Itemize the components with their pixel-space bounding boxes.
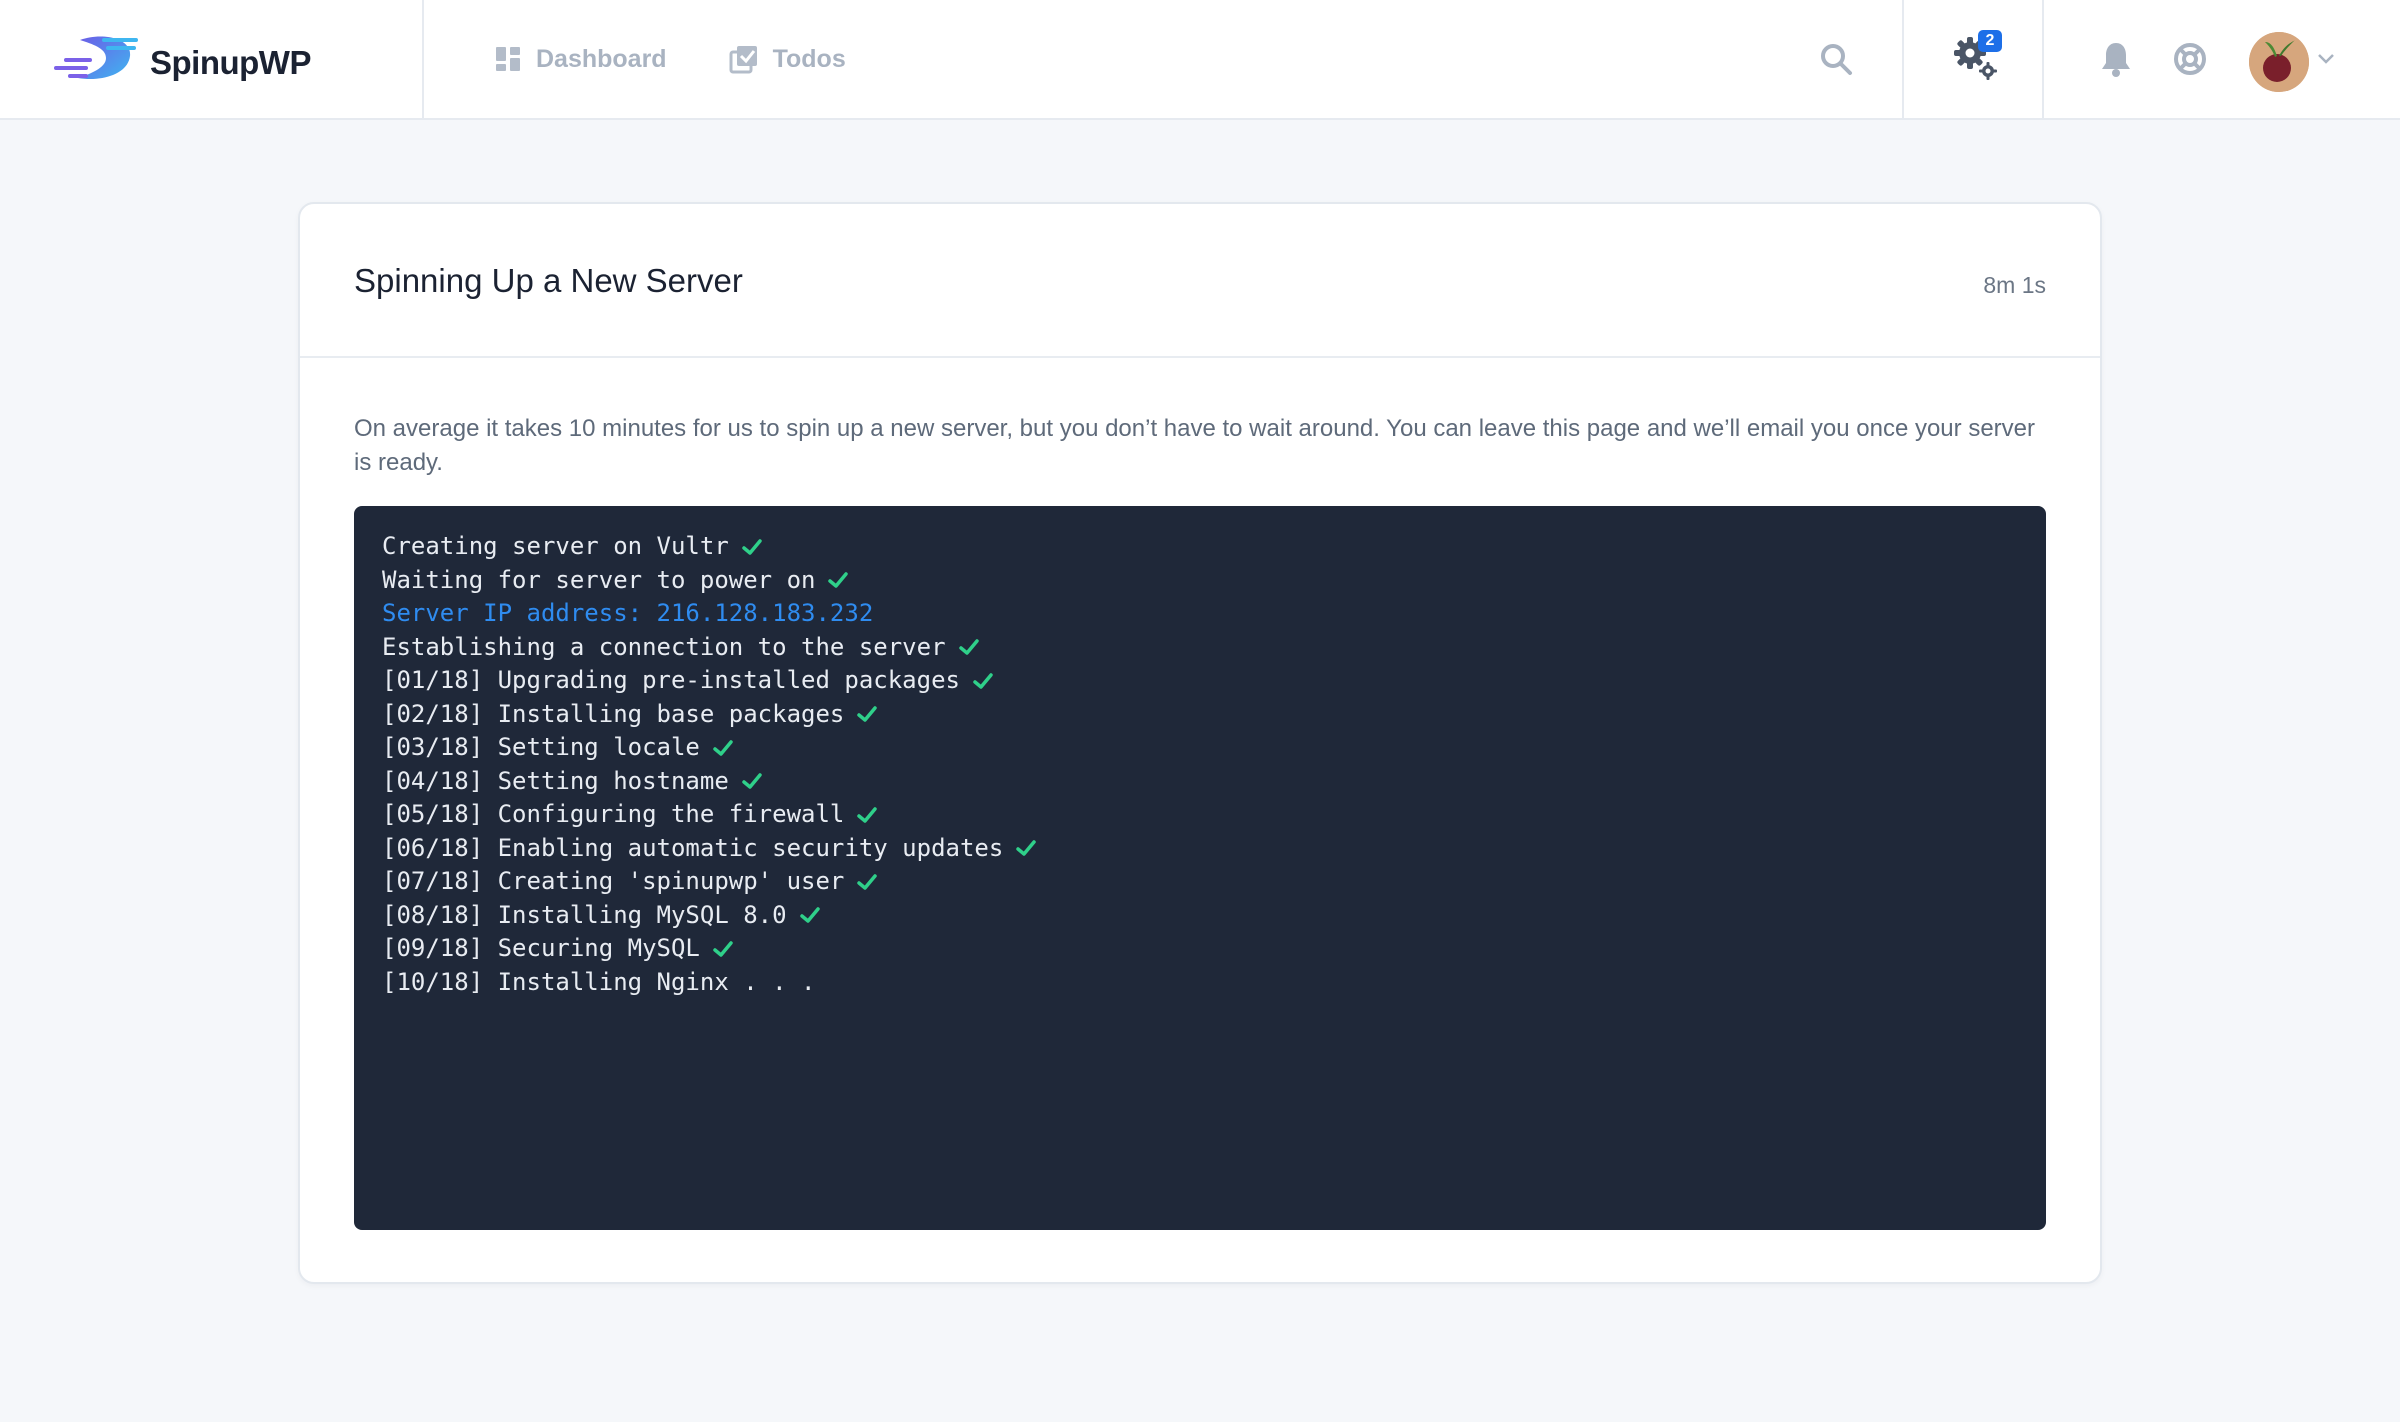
todos-icon — [729, 46, 757, 74]
log-line: Waiting for server to power on — [382, 564, 2018, 598]
avatar[interactable] — [2249, 32, 2309, 92]
nav-todos[interactable]: Todos — [729, 44, 846, 74]
settings-button[interactable] — [1948, 0, 2004, 118]
log-line: Creating server on Vultr — [382, 530, 2018, 564]
log-line-text: [07/18] Creating 'spinupwp' user — [382, 867, 845, 895]
header-divider — [2042, 0, 2044, 118]
check-icon — [713, 941, 733, 957]
check-icon — [958, 639, 979, 655]
nav-todos-label: Todos — [772, 44, 846, 73]
log-line-text: [05/18] Configuring the firewall — [382, 800, 845, 828]
log-line-text: [08/18] Installing MySQL 8.0 — [382, 900, 787, 929]
check-icon — [1016, 840, 1037, 856]
brand[interactable]: SpinupWP — [0, 0, 424, 118]
page-title: Spinning Up a New Server — [354, 262, 743, 299]
log-line-text: [10/18] Installing Nginx . . . — [382, 967, 816, 996]
nav-dashboard[interactable]: Dashboard — [494, 45, 667, 74]
log-line-text: Establishing a connection to the server — [382, 632, 946, 661]
log-line-text: [04/18] Setting hostname — [382, 766, 729, 795]
log-line-text: Server IP address: 216.128.183.232 — [382, 599, 874, 627]
spinupwp-logo-icon — [54, 36, 138, 80]
dashboard-icon — [496, 47, 520, 71]
main-nav: Dashboard Todos — [494, 0, 908, 118]
log-line: [09/18] Securing MySQL — [382, 932, 2018, 966]
log-line-text: [06/18] Enabling automatic security upda… — [382, 833, 1004, 862]
log-line-text: [02/18] Installing base packages — [382, 699, 845, 728]
check-icon — [973, 673, 993, 689]
card-header: Spinning Up a New Server 8m 1s — [300, 204, 2100, 358]
log-line: Establishing a connection to the server — [382, 631, 2018, 665]
search-button[interactable] — [1812, 0, 1860, 118]
check-icon — [799, 907, 820, 923]
header-divider — [1902, 0, 1904, 118]
log-line: [08/18] Installing MySQL 8.0 — [382, 899, 2018, 933]
user-menu-toggle[interactable] — [2312, 0, 2340, 118]
check-icon — [857, 807, 878, 823]
check-icon — [742, 539, 762, 555]
log-line: [06/18] Enabling automatic security upda… — [382, 832, 2018, 866]
log-line: [03/18] Setting locale — [382, 731, 2018, 765]
log-line-text: [03/18] Setting locale — [382, 733, 700, 761]
brand-name: SpinupWP — [150, 44, 311, 81]
help-button[interactable] — [2168, 0, 2212, 118]
top-header: SpinupWP Dashboard Todos 2 — [0, 0, 2400, 120]
card-description: On average it takes 10 minutes for us to… — [354, 415, 2035, 476]
check-icon — [828, 572, 849, 588]
log-line-text: Creating server on Vultr — [382, 532, 729, 560]
notifications-button[interactable] — [2094, 0, 2138, 118]
check-icon — [713, 740, 733, 756]
search-icon — [1821, 44, 1852, 75]
log-line: [01/18] Upgrading pre-installed packages — [382, 664, 2018, 698]
log-line: [07/18] Creating 'spinupwp' user — [382, 865, 2018, 899]
bell-icon — [2102, 43, 2130, 77]
check-icon — [742, 773, 762, 789]
help-icon — [2174, 43, 2206, 75]
chevron-down-icon — [2318, 54, 2334, 64]
settings-badge: 2 — [1978, 30, 2002, 52]
log-line: [10/18] Installing Nginx . . . — [382, 966, 2018, 1000]
server-provisioning-card: Spinning Up a New Server 8m 1s On averag… — [298, 202, 2102, 1284]
log-line: [05/18] Configuring the firewall — [382, 798, 2018, 832]
elapsed-timer: 8m 1s — [1983, 272, 2046, 298]
log-line-info: Server IP address: 216.128.183.232 — [382, 597, 2018, 631]
check-icon — [857, 706, 878, 722]
nav-dashboard-label: Dashboard — [536, 44, 667, 73]
avatar-image — [2249, 32, 2309, 92]
provisioning-log: Creating server on Vultr Waiting for serv… — [354, 506, 2046, 1230]
log-line-text: Waiting for server to power on — [382, 565, 816, 594]
log-line-text: [01/18] Upgrading pre-installed packages — [382, 666, 960, 694]
log-line: [02/18] Installing base packages — [382, 698, 2018, 732]
log-line-text: [09/18] Securing MySQL — [382, 934, 700, 962]
log-line: [04/18] Setting hostname — [382, 765, 2018, 799]
check-icon — [857, 874, 878, 890]
